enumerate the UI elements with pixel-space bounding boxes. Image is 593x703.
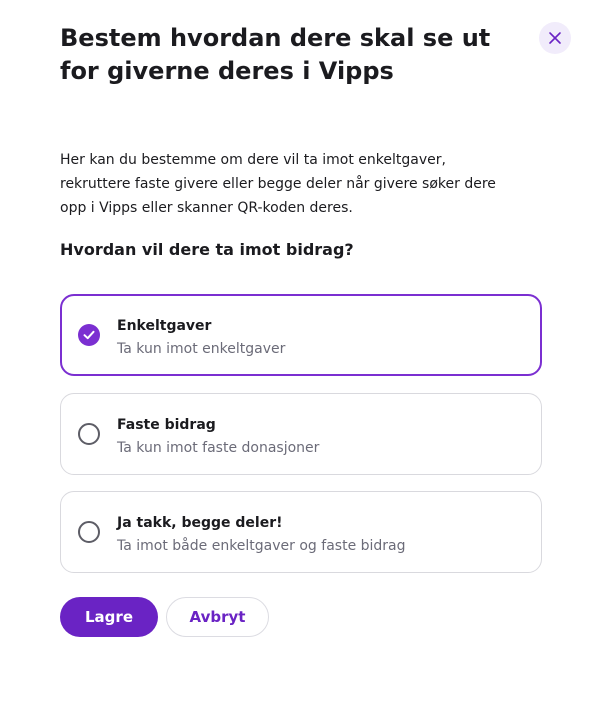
dialog: Bestem hvordan dere skal se ut for giver… <box>0 0 593 703</box>
dialog-description: Her kan du bestemme om dere vil ta imot … <box>60 152 496 216</box>
option-title: Faste bidrag <box>117 417 216 433</box>
option-title: Ja takk, begge deler! <box>117 515 283 531</box>
option-subtitle: Ta kun imot faste donasjoner <box>117 440 320 456</box>
option-begge-deler[interactable]: Ja takk, begge deler! Ta imot både enkel… <box>60 491 542 573</box>
radio-unchecked[interactable] <box>78 423 100 445</box>
close-icon <box>549 32 561 44</box>
cancel-button[interactable]: Avbryt <box>166 597 269 637</box>
option-subtitle: Ta kun imot enkeltgaver <box>117 341 286 357</box>
option-enkeltgaver[interactable]: Enkeltgaver Ta kun imot enkeltgaver <box>60 294 542 376</box>
option-faste-bidrag[interactable]: Faste bidrag Ta kun imot faste donasjone… <box>60 393 542 475</box>
option-title: Enkeltgaver <box>117 318 212 334</box>
radio-unchecked[interactable] <box>78 521 100 543</box>
save-button[interactable]: Lagre <box>60 597 158 637</box>
dialog-title: Bestem hvordan dere skal se ut for giver… <box>60 24 491 85</box>
radio-checked[interactable] <box>78 324 100 346</box>
question-heading: Hvordan vil dere ta imot bidrag? <box>60 240 354 259</box>
checkmark-icon <box>83 330 95 340</box>
close-button[interactable] <box>539 22 571 54</box>
option-subtitle: Ta imot både enkeltgaver og faste bidrag <box>117 538 406 554</box>
